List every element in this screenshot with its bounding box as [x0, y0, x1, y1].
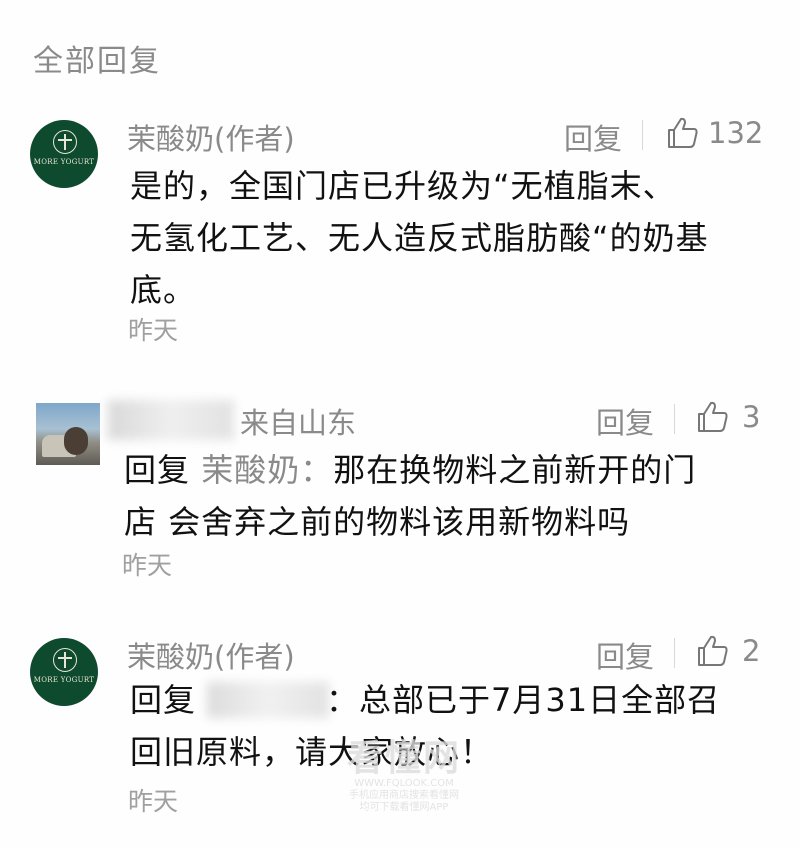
reply-button[interactable]: 回复 [596, 400, 654, 442]
comment-location: 来自山东 [240, 406, 357, 440]
comment-time: 昨天 [122, 551, 173, 580]
like-count: 132 [708, 116, 764, 150]
action-divider [674, 404, 675, 434]
author-avatar[interactable]: MORE YOGURT [30, 638, 98, 706]
brand-logo-icon [53, 130, 77, 154]
comment-line: 店 会舍弃之前的物料该用新物料吗 [124, 503, 631, 541]
action-divider [642, 120, 643, 150]
comment-time: 昨天 [128, 316, 179, 345]
watermark-url: WWW.FQLOOK.COM [354, 778, 454, 789]
reply-prefix: 回复 [130, 681, 197, 719]
reply-prefix: 回复 [124, 451, 191, 489]
thumbs-up-icon[interactable] [696, 400, 730, 434]
action-divider [674, 638, 675, 668]
comment-line: 回复 ：总部已于7月31日全部召 [130, 674, 720, 726]
reply-button[interactable]: 回复 [564, 116, 622, 158]
thumbs-up-icon[interactable] [666, 116, 700, 150]
like-count: 3 [742, 400, 761, 434]
comment-author[interactable]: 茉酸奶(作者) [127, 116, 295, 158]
reply-target-link[interactable]: 茉酸奶： [201, 451, 333, 489]
thumbs-up-icon[interactable] [696, 634, 730, 668]
comment-body: 回复 茉酸奶：那在换物料之前新开的门 店 会舍弃之前的物料该用新物料吗 [124, 444, 696, 548]
comment-text: ：总部已于7月31日全部召 [326, 681, 721, 719]
avatar-brand-text: MORE YOGURT [33, 676, 95, 684]
comment-line: 是的，全国门店已升级为“无植脂末、 [130, 167, 676, 205]
reply-button[interactable]: 回复 [596, 634, 654, 676]
comment-body: 是的，全国门店已升级为“无植脂末、 无氢化工艺、无人造反式脂肪酸“的奶基 底。 [130, 160, 709, 316]
blurred-username [108, 400, 234, 440]
user-avatar[interactable] [36, 403, 100, 465]
comment-author[interactable]: 茉酸奶(作者) [127, 634, 295, 676]
watermark-line: 手机应用商店搜索看懂网 [349, 790, 459, 801]
section-title: 全部回复 [33, 44, 161, 79]
comment-line: 回复 茉酸奶：那在换物料之前新开的门 [124, 444, 696, 496]
watermark: 看懂网 WWW.FQLOOK.COM 手机应用商店搜索看懂网 均可下载看懂网AP… [334, 740, 474, 814]
brand-logo-icon [53, 648, 77, 672]
watermark-line: 均可下载看懂网APP [359, 802, 449, 813]
comment-line: 无氢化工艺、无人造反式脂肪酸“的奶基 [130, 219, 709, 257]
comment-time: 昨天 [128, 787, 179, 816]
like-count: 2 [742, 634, 761, 668]
avatar-brand-text: MORE YOGURT [33, 158, 95, 166]
watermark-title: 看懂网 [346, 738, 461, 779]
author-avatar[interactable]: MORE YOGURT [30, 120, 98, 188]
comment-text: 那在换物料之前新开的门 [333, 451, 697, 489]
comment-line: 底。 [130, 271, 197, 309]
